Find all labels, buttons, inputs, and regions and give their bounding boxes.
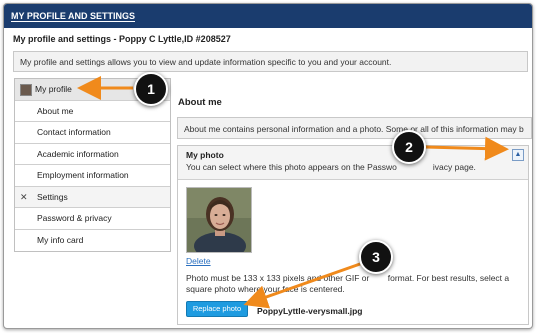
- profile-photo-image: [187, 188, 251, 252]
- sidebar-item-label: Employment information: [37, 170, 129, 180]
- sidebar-item-label: Settings: [37, 191, 68, 202]
- page-breadcrumb: My profile and settings - Poppy C Lyttle…: [13, 34, 231, 44]
- delete-photo-link[interactable]: Delete: [186, 256, 211, 266]
- photo-requirements-note: Photo must be 133 x 133 pixels and other…: [186, 273, 526, 295]
- section-description: About me contains personal information a…: [177, 117, 532, 139]
- window-title: MY PROFILE AND SETTINGS: [11, 11, 136, 22]
- sidebar-item-settings[interactable]: ✕ Settings: [15, 186, 170, 208]
- wrench-screwdriver-icon: ✕: [20, 191, 28, 202]
- sidebar-item-my-info-card[interactable]: My info card: [15, 229, 170, 251]
- note-line2: square photo where your face is centered…: [186, 284, 345, 294]
- my-photo-panel: My photo You can select where this photo…: [177, 145, 529, 325]
- note-line1: Photo must be 133 x 133 pixels and: [186, 273, 322, 283]
- photo-panel-title: My photo: [186, 150, 224, 160]
- subtitle-start: You can select where this photo appears …: [186, 162, 397, 172]
- callout-badge-1: 1: [134, 72, 168, 106]
- page-description: My profile and settings allows you to vi…: [13, 51, 528, 72]
- callout-badge-2: 2: [392, 130, 426, 164]
- subtitle-end: ivacy page.: [432, 162, 476, 172]
- photo-panel-header: My photo You can select where this photo…: [178, 146, 528, 180]
- sidebar-item-academic-information[interactable]: Academic information: [15, 143, 170, 165]
- sidebar-item-label: Password & privacy: [37, 213, 112, 223]
- profile-photo: [186, 187, 252, 253]
- avatar-icon: [20, 83, 32, 96]
- sidebar-item-label: My profile: [35, 84, 72, 94]
- replace-photo-button[interactable]: Replace photo: [186, 301, 248, 317]
- collapse-panel-button[interactable]: ▲: [512, 149, 524, 161]
- sidebar-item-label: Contact information: [37, 127, 111, 137]
- profile-settings-window: MY PROFILE AND SETTINGS My profile and s…: [3, 3, 533, 329]
- section-heading: About me: [178, 97, 222, 108]
- sidebar-item-password-privacy[interactable]: Password & privacy: [15, 208, 170, 230]
- photo-panel-subtitle: You can select where this photo appears …: [186, 162, 476, 172]
- sidebar-item-label: Academic information: [37, 148, 119, 159]
- sidebar-item-label: About me: [37, 105, 74, 116]
- sidebar-item-employment-information[interactable]: Employment information: [15, 165, 170, 187]
- note-line1-tail: other GIF or: [323, 273, 370, 283]
- note-line1-end: format. For best results, select a: [387, 273, 510, 283]
- chevron-up-icon: ▲: [514, 151, 522, 158]
- sidebar-item-label: My info card: [37, 234, 84, 245]
- callout-badge-3: 3: [359, 240, 393, 274]
- window-title-bar: MY PROFILE AND SETTINGS: [4, 4, 532, 28]
- sidebar-item-contact-information[interactable]: Contact information: [15, 122, 170, 144]
- photo-filename: PoppyLyttle-verysmall.jpg: [257, 306, 363, 316]
